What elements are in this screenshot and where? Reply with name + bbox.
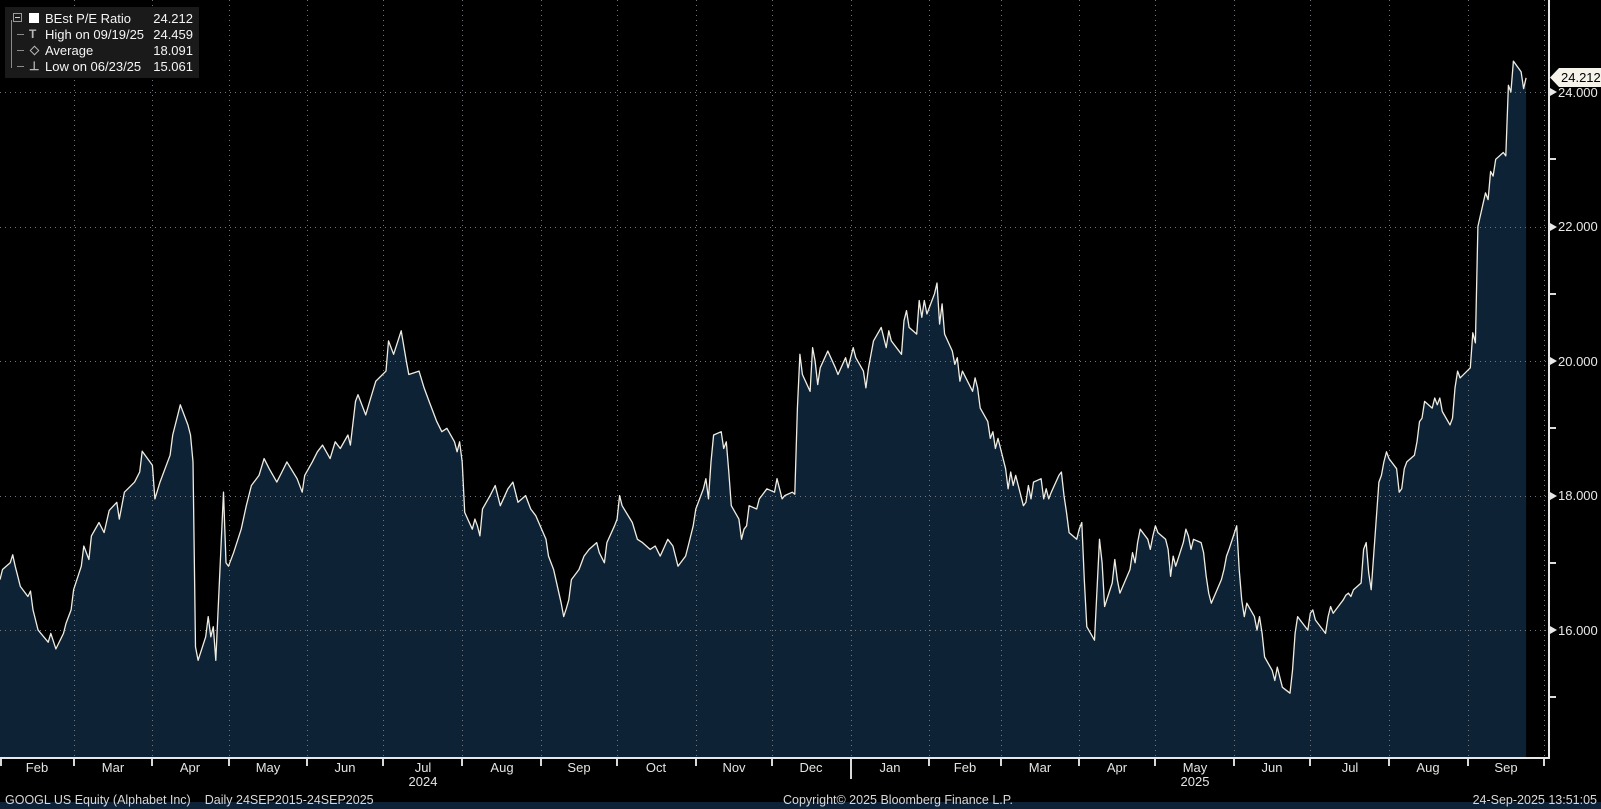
range-label: Daily 24SEP2015-24SEP2025 [204, 793, 374, 807]
month-tick [850, 759, 852, 779]
y-axis-label: 22.000 [1558, 219, 1598, 235]
month-label: Nov [722, 760, 746, 775]
y-minor-tick [1550, 292, 1556, 295]
month-label: Aug [490, 760, 514, 775]
month-tick [1078, 759, 1080, 766]
month-tick [1000, 759, 1002, 766]
month-tick [695, 759, 697, 766]
pe-ratio-chart-plot[interactable] [0, 0, 1549, 757]
month-label: Apr [179, 760, 201, 775]
month-label: Oct [645, 760, 667, 775]
y-axis-label: 18.000 [1558, 488, 1598, 504]
tree-branch [17, 34, 24, 35]
instrument-label: GOOGL US Equity (Alphabet Inc) [5, 793, 191, 807]
legend-row-series[interactable]: BEst P/E Ratio 24.212 [11, 10, 193, 26]
footer-instrument: GOOGL US Equity (Alphabet Inc) Daily 24SE… [5, 793, 374, 807]
high-marker-icon: T [29, 27, 37, 41]
y-minor-tick [1550, 427, 1556, 430]
y-minor-tick [1550, 561, 1556, 564]
footer-timestamp: 24-Sep-2025 13:51:05 [1472, 793, 1597, 807]
month-label: Jun [334, 760, 356, 775]
year-label: 2024 [408, 774, 438, 789]
legend-row-average[interactable]: Average 18.091 [11, 42, 193, 58]
legend-series-label: BEst P/E Ratio [45, 10, 131, 26]
month-tick [1309, 759, 1311, 766]
month-label: Jun [1261, 760, 1283, 775]
legend-panel[interactable]: BEst P/E Ratio 24.212 T High on 09/19/25… [5, 7, 199, 78]
month-label: Jul [1341, 760, 1359, 775]
y-minor-tick [1550, 158, 1556, 161]
bloomberg-chart-window: 24.000 22.000 20.000 18.000 16.000 Feb Mar Apr… [0, 0, 1601, 809]
tree-branch [17, 50, 24, 51]
footer-copyright: Copyright© 2025 Bloomberg Finance L.P. [783, 793, 1013, 807]
y-axis-label: 20.000 [1558, 353, 1598, 369]
month-label: May [1182, 760, 1208, 775]
legend-series-value: 24.212 [153, 10, 193, 26]
low-marker-icon: ⊥ [29, 59, 40, 73]
legend-low-label: Low on 06/23/25 [45, 58, 142, 74]
collapse-icon[interactable] [13, 13, 22, 22]
month-tick [1233, 759, 1235, 766]
series-swatch-icon [29, 13, 39, 23]
month-label: Mar [101, 760, 125, 775]
legend-row-high[interactable]: T High on 09/19/25 24.459 [11, 26, 193, 42]
legend-high-value: 24.459 [153, 26, 193, 42]
pe-ratio-area [0, 61, 1527, 757]
month-tick [771, 759, 773, 766]
month-tick [1388, 759, 1390, 766]
y-minor-tick [1550, 696, 1556, 699]
month-tick [0, 759, 2, 766]
month-tick [461, 759, 463, 766]
month-label: Apr [1106, 760, 1128, 775]
month-label: Feb [953, 760, 977, 775]
month-label: Dec [799, 760, 823, 775]
average-marker-icon [29, 45, 40, 55]
y-tick-arrow-icon [1550, 357, 1557, 366]
month-label: Jan [879, 760, 901, 775]
legend-low-value: 15.061 [153, 58, 193, 74]
y-tick-arrow-icon [1550, 88, 1557, 96]
x-axis-line[interactable] [0, 757, 1550, 759]
month-tick [73, 759, 75, 766]
legend-average-label: Average [45, 42, 94, 58]
month-label: Sep [1494, 760, 1518, 775]
month-label: May [255, 760, 281, 775]
month-label: Feb [25, 760, 49, 775]
month-label: Jul [414, 760, 432, 775]
legend-average-value: 18.091 [153, 42, 193, 58]
month-tick [540, 759, 542, 766]
y-tick-arrow-icon [1550, 491, 1557, 500]
y-axis-label: 24.000 [1558, 84, 1598, 100]
y-axis-line[interactable] [1548, 0, 1550, 759]
y-tick-arrow-icon [1550, 626, 1557, 635]
legend-row-low[interactable]: ⊥ Low on 06/23/25 15.061 [11, 58, 193, 74]
month-tick [1543, 759, 1545, 766]
month-tick [1154, 759, 1156, 766]
y-tick-arrow-icon [1550, 222, 1557, 231]
month-tick [1467, 759, 1469, 766]
month-label: Mar [1028, 760, 1052, 775]
last-value-badge: 24.212 [1550, 68, 1601, 87]
month-tick [616, 759, 618, 766]
month-tick [928, 759, 930, 766]
legend-high-label: High on 09/19/25 [45, 26, 145, 42]
month-tick [306, 759, 308, 766]
month-tick [228, 759, 230, 766]
y-axis-label: 16.000 [1558, 622, 1598, 638]
month-tick [151, 759, 153, 766]
month-label: Sep [567, 760, 591, 775]
month-label: Aug [1416, 760, 1440, 775]
tree-branch [17, 66, 24, 67]
year-label: 2025 [1180, 774, 1210, 789]
month-tick [382, 759, 384, 766]
